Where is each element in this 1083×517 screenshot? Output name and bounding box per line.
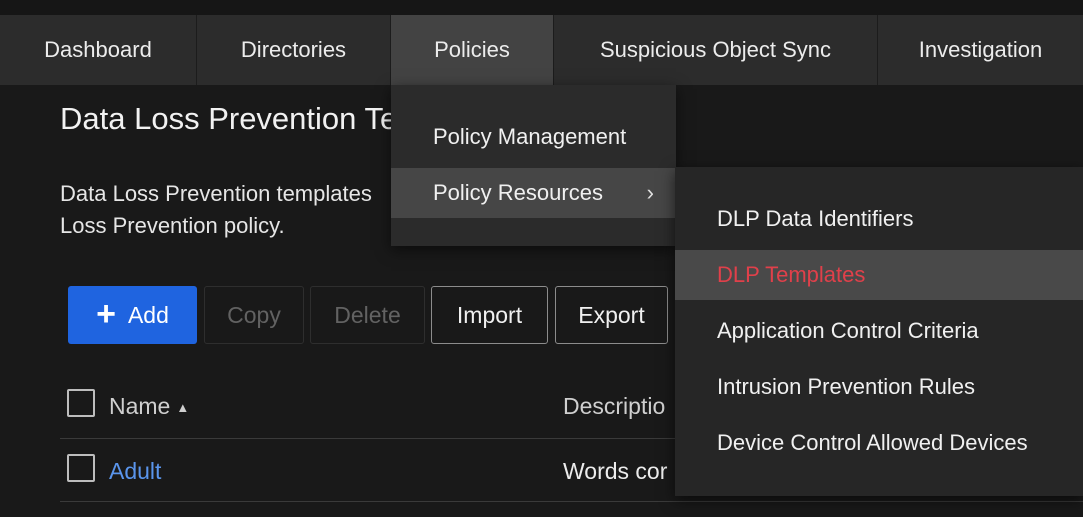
menu-item-policy-resources-label: Policy Resources bbox=[433, 180, 603, 205]
nav-suspicious-object-sync[interactable]: Suspicious Object Sync bbox=[554, 15, 878, 85]
menu-item-device-control-allowed-devices[interactable]: Device Control Allowed Devices bbox=[675, 418, 1083, 468]
menu-item-dlp-templates[interactable]: DLP Templates bbox=[675, 250, 1083, 300]
column-header-name-label: Name bbox=[109, 393, 171, 419]
row-description: Words cor bbox=[563, 458, 668, 484]
menu-item-dlp-data-identifiers[interactable]: DLP Data Identifiers bbox=[675, 194, 1083, 244]
row-name-link[interactable]: Adult bbox=[109, 458, 161, 485]
copy-button[interactable]: Copy bbox=[204, 286, 304, 344]
select-all-checkbox[interactable] bbox=[67, 389, 95, 417]
policies-dropdown-menu: Policy Management Policy Resources › bbox=[391, 85, 676, 246]
nav-directories[interactable]: Directories bbox=[197, 15, 391, 85]
row-checkbox[interactable] bbox=[67, 454, 95, 482]
delete-button[interactable]: Delete bbox=[310, 286, 425, 344]
add-button-label: Add bbox=[127, 301, 169, 328]
nav-investigation[interactable]: Investigation bbox=[878, 15, 1083, 85]
plus-icon: + bbox=[96, 294, 116, 333]
page-description: Data Loss Prevention templates Loss Prev… bbox=[60, 181, 372, 238]
page-title: Data Loss Prevention Te bbox=[60, 101, 398, 136]
menu-item-policy-management[interactable]: Policy Management bbox=[391, 112, 676, 162]
column-header-name[interactable]: Name ▲ bbox=[109, 393, 189, 420]
nav-dashboard[interactable]: Dashboard bbox=[0, 15, 197, 85]
add-button[interactable]: + Add bbox=[68, 286, 197, 344]
menu-item-application-control-criteria[interactable]: Application Control Criteria bbox=[675, 306, 1083, 356]
column-header-description[interactable]: Descriptio bbox=[563, 393, 665, 420]
menu-item-policy-resources[interactable]: Policy Resources › bbox=[391, 168, 676, 218]
nav-policies[interactable]: Policies bbox=[391, 15, 554, 85]
policy-resources-submenu: DLP Data Identifiers DLP Templates Appli… bbox=[675, 167, 1083, 496]
menu-item-intrusion-prevention-rules[interactable]: Intrusion Prevention Rules bbox=[675, 362, 1083, 412]
sort-ascending-icon: ▲ bbox=[176, 400, 190, 416]
row-divider bbox=[60, 501, 1083, 502]
top-nav: Dashboard Directories Policies Suspiciou… bbox=[0, 15, 1083, 85]
chevron-right-icon: › bbox=[646, 180, 654, 205]
top-strip bbox=[0, 0, 1083, 15]
import-button[interactable]: Import bbox=[431, 286, 548, 344]
export-button[interactable]: Export bbox=[555, 286, 668, 344]
